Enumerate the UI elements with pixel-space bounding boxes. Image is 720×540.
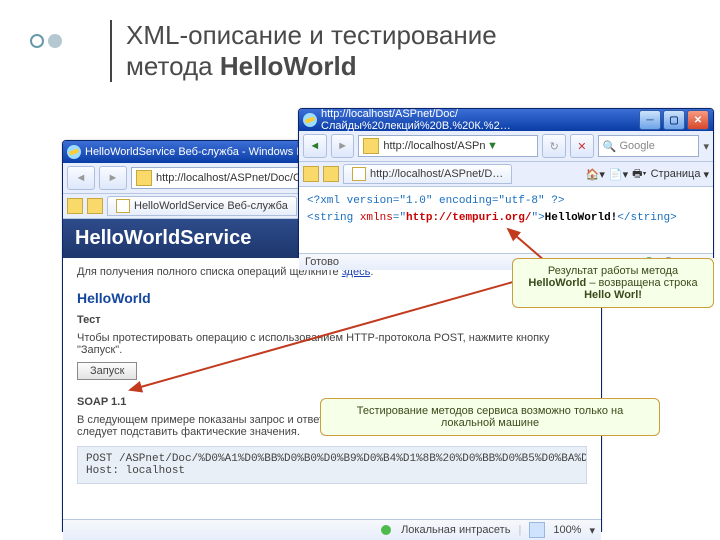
xml-element: <string xmlns="http://tempuri.org/">Hell… <box>307 210 705 227</box>
ie-icon <box>67 145 81 159</box>
feeds-icon[interactable] <box>323 166 339 182</box>
browser-window-front: http://localhost/ASPnet/Doc/Слайды%20лек… <box>298 108 714 258</box>
soap-line: POST /ASPnet/Doc/%D0%A1%D0%BB%D0%B0%D0%B… <box>86 453 578 465</box>
slide-title-prefix: метода <box>126 51 220 81</box>
search-placeholder: Google <box>619 140 654 152</box>
slide-title-bold: HelloWorld <box>220 51 357 81</box>
zoom-level[interactable]: 100% <box>553 524 581 536</box>
dropdown-icon[interactable]: ▼ <box>486 140 500 152</box>
callout-local-only: Тестирование методов сервиса возможно то… <box>320 398 660 436</box>
page-content: <?xml version="1.0" encoding="utf-8" ?> … <box>299 187 713 253</box>
soap-code-block: POST /ASPnet/Doc/%D0%A1%D0%BB%D0%B0%D0%B… <box>77 446 587 484</box>
bullet-dot <box>48 34 62 48</box>
address-text: http://localhost/ASPn <box>383 140 485 152</box>
run-button[interactable]: Запуск <box>77 362 137 380</box>
window-title: http://localhost/ASPnet/Doc/Слайды%20лек… <box>321 108 637 132</box>
protected-mode-icon <box>529 522 545 538</box>
status-bar: Локальная интрасеть | 100% ▾ <box>63 519 601 540</box>
ie-icon <box>303 113 317 127</box>
favorites-icon[interactable] <box>303 166 319 182</box>
status-ready: Готово <box>305 256 339 268</box>
search-dropdown-icon[interactable]: ▾ <box>703 140 709 153</box>
tab-favicon-icon <box>116 199 130 213</box>
soap-line: Host: localhost <box>86 465 578 477</box>
back-button[interactable]: ◄ <box>303 134 327 158</box>
zone-icon <box>381 525 391 535</box>
favicon-icon <box>363 138 379 154</box>
feeds-button[interactable]: 📄▾ <box>609 168 628 181</box>
slide-title-block: XML-описание и тестирование метода Hello… <box>110 20 497 82</box>
browser-tab[interactable]: HelloWorldService Веб-служба <box>107 196 297 216</box>
favicon-icon <box>136 170 152 186</box>
browser-tab[interactable]: http://localhost/ASPnet/D… <box>343 164 512 184</box>
forward-button[interactable]: ► <box>331 134 355 158</box>
home-button[interactable]: 🏠▾ <box>586 168 605 181</box>
zoom-dropdown-icon[interactable]: ▾ <box>589 524 595 537</box>
print-button[interactable]: 🖶▾ <box>632 165 646 184</box>
favorites-icon[interactable] <box>67 198 83 214</box>
slide-title-line2: метода HelloWorld <box>126 51 497 82</box>
tab-strip: http://localhost/ASPnet/D… 🏠▾ 📄▾ 🖶▾ Стра… <box>299 162 713 187</box>
maximize-button[interactable]: ▢ <box>663 110 685 130</box>
search-icon: 🔍 <box>603 140 617 153</box>
page-menu[interactable]: Страница ▾ <box>651 168 709 181</box>
minimize-button[interactable]: ─ <box>639 110 661 130</box>
back-button[interactable]: ◄ <box>67 166 95 190</box>
test-description: Чтобы протестировать операцию с использо… <box>77 332 587 356</box>
window-title: HelloWorldService Веб-служба - Windows I… <box>85 146 331 158</box>
feeds-icon[interactable] <box>87 198 103 214</box>
bullet-dot <box>30 34 44 48</box>
method-heading: HelloWorld <box>77 290 587 306</box>
slide-bullets <box>30 34 62 48</box>
status-zone: Локальная интрасеть <box>401 524 510 536</box>
tab-label: http://localhost/ASPnet/D… <box>370 168 503 180</box>
tab-favicon-icon <box>352 167 366 181</box>
nav-toolbar: ◄ ► http://localhost/ASPn ▼ ↻ ✕ 🔍 Google… <box>299 131 713 162</box>
forward-button[interactable]: ► <box>99 166 127 190</box>
test-heading: Тест <box>77 314 587 326</box>
tab-label: HelloWorldService Веб-служба <box>134 200 288 212</box>
refresh-button[interactable]: ↻ <box>542 134 566 158</box>
xml-declaration: <?xml version="1.0" encoding="utf-8" ?> <box>307 193 705 210</box>
window-titlebar[interactable]: http://localhost/ASPnet/Doc/Слайды%20лек… <box>299 109 713 131</box>
callout-result: Результат работы метода HelloWorld – воз… <box>512 258 714 308</box>
slide-title-line1: XML-описание и тестирование <box>126 20 497 51</box>
search-box[interactable]: 🔍 Google <box>598 135 700 157</box>
address-bar[interactable]: http://localhost/ASPn ▼ <box>358 135 538 157</box>
close-button[interactable]: ✕ <box>687 110 709 130</box>
stop-button[interactable]: ✕ <box>570 134 594 158</box>
